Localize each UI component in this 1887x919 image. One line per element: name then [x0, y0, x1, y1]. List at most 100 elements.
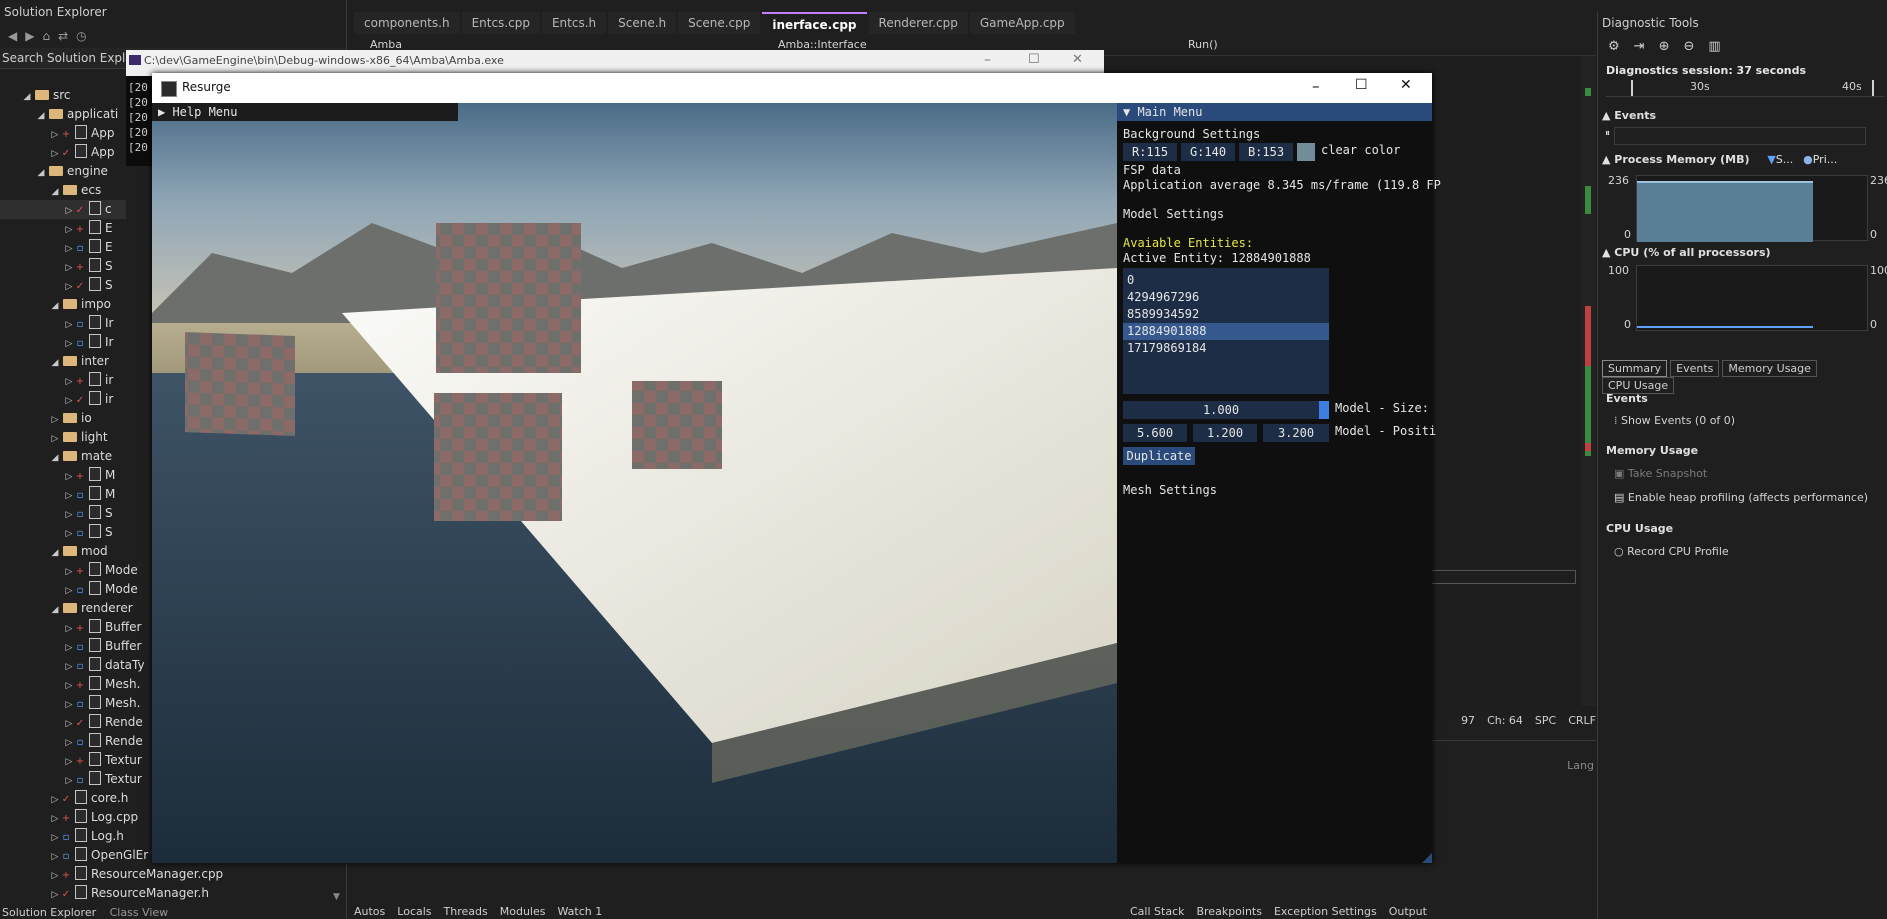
editor-tab[interactable]: GameApp.cpp	[969, 12, 1075, 34]
debug-tab[interactable]: Call Stack	[1130, 905, 1184, 919]
debug-tab[interactable]: Locals	[397, 905, 431, 919]
status-eol[interactable]: CRLF	[1568, 711, 1596, 731]
events-section[interactable]: ▲ Events	[1602, 109, 1656, 122]
red-input[interactable]: R:115	[1123, 143, 1177, 161]
main-menu-header[interactable]: ▼ Main Menu	[1117, 103, 1432, 121]
tree-folder[interactable]: ▷ light	[0, 428, 126, 447]
status-spc[interactable]: SPC	[1535, 711, 1556, 731]
model-pos-z-input[interactable]: 3.200	[1263, 424, 1329, 442]
duplicate-button[interactable]: Duplicate	[1123, 447, 1195, 465]
debug-tab[interactable]: Autos	[354, 905, 385, 919]
blue-input[interactable]: B:153	[1239, 143, 1293, 161]
tree-file[interactable]: ▷ + ResourceManager.cpp	[0, 865, 223, 884]
tree-file[interactable]: ▷ + E	[0, 219, 126, 238]
pause-icon[interactable]: ⏸	[1605, 128, 1610, 139]
chart-icon[interactable]: ▥	[1708, 39, 1720, 54]
editor-tab[interactable]: Scene.h	[608, 12, 677, 34]
tree-file[interactable]: ▷ ▫ Rende	[0, 732, 143, 751]
tree-file[interactable]: ▷ ✓ ResourceManager.h	[0, 884, 209, 905]
debug-tab[interactable]: Output	[1389, 905, 1427, 919]
tree-file[interactable]: ▷ ▫ Ir	[0, 314, 126, 333]
tree-file[interactable]: ▷ ▫ OpenGlEr	[0, 846, 148, 865]
debug-tab[interactable]: Breakpoints	[1196, 905, 1262, 919]
tree-file[interactable]: ▷ ▫ Log.h	[0, 827, 126, 846]
help-menu[interactable]: ▶ Help Menu	[152, 103, 458, 121]
debug-tab[interactable]: Watch 1	[557, 905, 602, 919]
tree-file[interactable]: ▷ + Buffer	[0, 618, 141, 637]
tree-file[interactable]: ▷ ✓ ir	[0, 390, 126, 409]
cpu-section[interactable]: ▲ CPU (% of all processors)	[1602, 246, 1771, 259]
zoom-in-icon[interactable]: ⊕	[1659, 39, 1670, 54]
cpu-graph[interactable]	[1636, 265, 1868, 331]
model-pos-x-input[interactable]: 5.600	[1123, 424, 1187, 442]
tree-file[interactable]: ▷ ✓ S	[0, 276, 126, 295]
timeline[interactable]: 30s 40s	[1606, 80, 1884, 97]
tree-folder[interactable]: ◢ applicati	[0, 105, 126, 124]
expand-icon[interactable]: ▷	[50, 886, 60, 905]
tree-file[interactable]: ▷ ▫ Mode	[0, 580, 138, 599]
tree-file[interactable]: ▷ ▫ Buffer	[0, 637, 141, 656]
tree-file[interactable]: ▷ ▫ S	[0, 504, 126, 523]
back-icon[interactable]: ◀	[8, 29, 17, 43]
game-titlebar[interactable]: Resurge – ☐ ✕	[152, 73, 1432, 103]
green-input[interactable]: G:140	[1181, 143, 1235, 161]
tree-file[interactable]: ▷ + Mesh.	[0, 675, 140, 694]
editor-tab[interactable]: inerface.cpp	[762, 12, 867, 36]
close-icon[interactable]: ✕	[1400, 77, 1412, 93]
process-memory-section[interactable]: ▲ Process Memory (MB) ▼S... ●Pri...	[1602, 153, 1837, 166]
entity-list[interactable]: 0 4294967296 8589934592 12884901888 17179869…	[1123, 268, 1329, 394]
tree-file[interactable]: ▷ ▫ S	[0, 523, 126, 542]
tree-file[interactable]: ▷ + App	[0, 124, 126, 143]
editor-tab[interactable]: Renderer.cpp	[868, 12, 968, 34]
tree-file[interactable]: ▷ + S	[0, 257, 126, 276]
entity-item[interactable]: 0	[1123, 272, 1329, 289]
entity-item[interactable]: 8589934592	[1123, 306, 1329, 323]
scroll-down-icon[interactable]: ▼	[333, 892, 340, 902]
settings-icon[interactable]: ⚙	[1608, 39, 1620, 54]
console-maximize-icon[interactable]: ☐	[1028, 52, 1040, 67]
tree-folder[interactable]: ◢ mate	[0, 447, 126, 466]
tree-folder[interactable]: ◢ impo	[0, 295, 126, 314]
tree-folder[interactable]: ◢ mod	[0, 542, 126, 561]
tree-folder[interactable]: ◢ src	[0, 86, 126, 105]
tree-file[interactable]: ▷ ▫ E	[0, 238, 126, 257]
editor-tab[interactable]: components.h	[354, 12, 460, 34]
history-icon[interactable]: ◷	[76, 29, 86, 43]
tree-file[interactable]: ▷ + Textur	[0, 751, 142, 770]
nav-member[interactable]: Run()	[1188, 38, 1218, 51]
tab-class-view[interactable]: Class View	[110, 906, 169, 919]
console-close-icon[interactable]: ✕	[1072, 52, 1083, 67]
tree-file[interactable]: ▷ ▫ Textur	[0, 770, 142, 789]
editor-tab[interactable]: Entcs.cpp	[461, 12, 540, 34]
tab-memory-usage[interactable]: Memory Usage	[1722, 360, 1817, 377]
editor-hscrollbar[interactable]	[1430, 570, 1576, 584]
tree-file[interactable]: ▷ ✓ c	[0, 200, 126, 219]
process-memory-graph[interactable]	[1636, 175, 1868, 242]
tree-file[interactable]: ▷ ▫ dataTy	[0, 656, 145, 675]
tree-folder[interactable]: ◢ inter	[0, 352, 126, 371]
model-pos-y-input[interactable]: 1.200	[1193, 424, 1257, 442]
tree-file[interactable]: ▷ + Mode	[0, 561, 138, 580]
heap-profiling-toggle[interactable]: ▤ Enable heap profiling (affects perform…	[1614, 491, 1868, 504]
tree-folder[interactable]: ▷ io	[0, 409, 126, 428]
show-events-link[interactable]: ⁞ Show Events (0 of 0)	[1614, 414, 1735, 427]
entity-item[interactable]: 12884901888	[1123, 323, 1329, 340]
tree-file[interactable]: ▷ + Log.cpp	[0, 808, 138, 827]
tree-folder[interactable]: ◢ renderer	[0, 599, 133, 618]
minimize-icon[interactable]: –	[1312, 77, 1320, 95]
zoom-out-icon[interactable]: ⊖	[1683, 39, 1694, 54]
debug-tab[interactable]: Threads	[444, 905, 488, 919]
debug-tab[interactable]: Exception Settings	[1274, 905, 1377, 919]
model-size-handle[interactable]	[1319, 401, 1329, 419]
switch-view-icon[interactable]: ⇄	[58, 29, 68, 43]
resize-grip[interactable]	[1422, 853, 1432, 863]
tree-file[interactable]: ▷ ✓ core.h	[0, 789, 128, 808]
tab-solution-explorer[interactable]: Solution Explorer	[2, 906, 96, 919]
editor-scrollbar[interactable]	[1582, 56, 1596, 706]
tab-events[interactable]: Events	[1670, 360, 1720, 377]
tree-folder[interactable]: ◢ ecs	[0, 181, 126, 200]
model-size-input[interactable]: 1.000	[1123, 401, 1319, 419]
editor-tab[interactable]: Entcs.h	[541, 12, 607, 34]
record-cpu-button[interactable]: ○ Record CPU Profile	[1614, 545, 1729, 558]
tree-file[interactable]: ▷ + ir	[0, 371, 126, 390]
